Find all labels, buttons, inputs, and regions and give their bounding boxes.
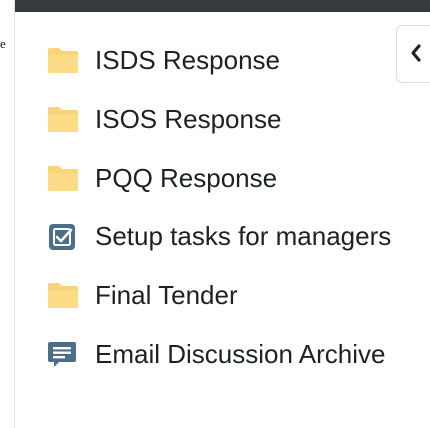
chevron-left-icon [411, 44, 421, 62]
activity-item-setup-tasks[interactable]: Setup tasks for managers [47, 216, 392, 256]
top-bar [15, 0, 430, 12]
activity-item-label: Email Discussion Archive [95, 339, 386, 369]
forum-icon [47, 338, 79, 370]
folder-icon [47, 279, 79, 311]
activity-item-isds-response[interactable]: ISDS Response [47, 40, 392, 80]
folder-icon [47, 103, 79, 135]
activity-item-label: Final Tender [95, 280, 238, 310]
activity-item-label: Setup tasks for managers [95, 221, 392, 251]
activity-item-label: PQQ Response [95, 163, 278, 193]
activity-item-label: ISOS Response [95, 104, 282, 134]
course-index-drawer: ISDS Response ISOS Response PQQ Response [14, 0, 430, 428]
activity-item-pqq-response[interactable]: PQQ Response [47, 158, 392, 198]
activity-item-label: ISDS Response [95, 45, 280, 75]
checklist-icon [47, 220, 79, 252]
collapse-drawer-button[interactable] [396, 25, 430, 83]
background-page-strip: e [0, 0, 14, 428]
folder-icon [47, 162, 79, 194]
activity-item-email-discussion-archive[interactable]: Email Discussion Archive [47, 334, 392, 374]
background-page-text: e [0, 36, 6, 51]
folder-icon [47, 44, 79, 76]
activity-item-isos-response[interactable]: ISOS Response [47, 99, 392, 139]
activity-item-final-tender[interactable]: Final Tender [47, 275, 392, 315]
page: e ISDS Response ISOS Response PQQ Respon… [0, 0, 430, 428]
